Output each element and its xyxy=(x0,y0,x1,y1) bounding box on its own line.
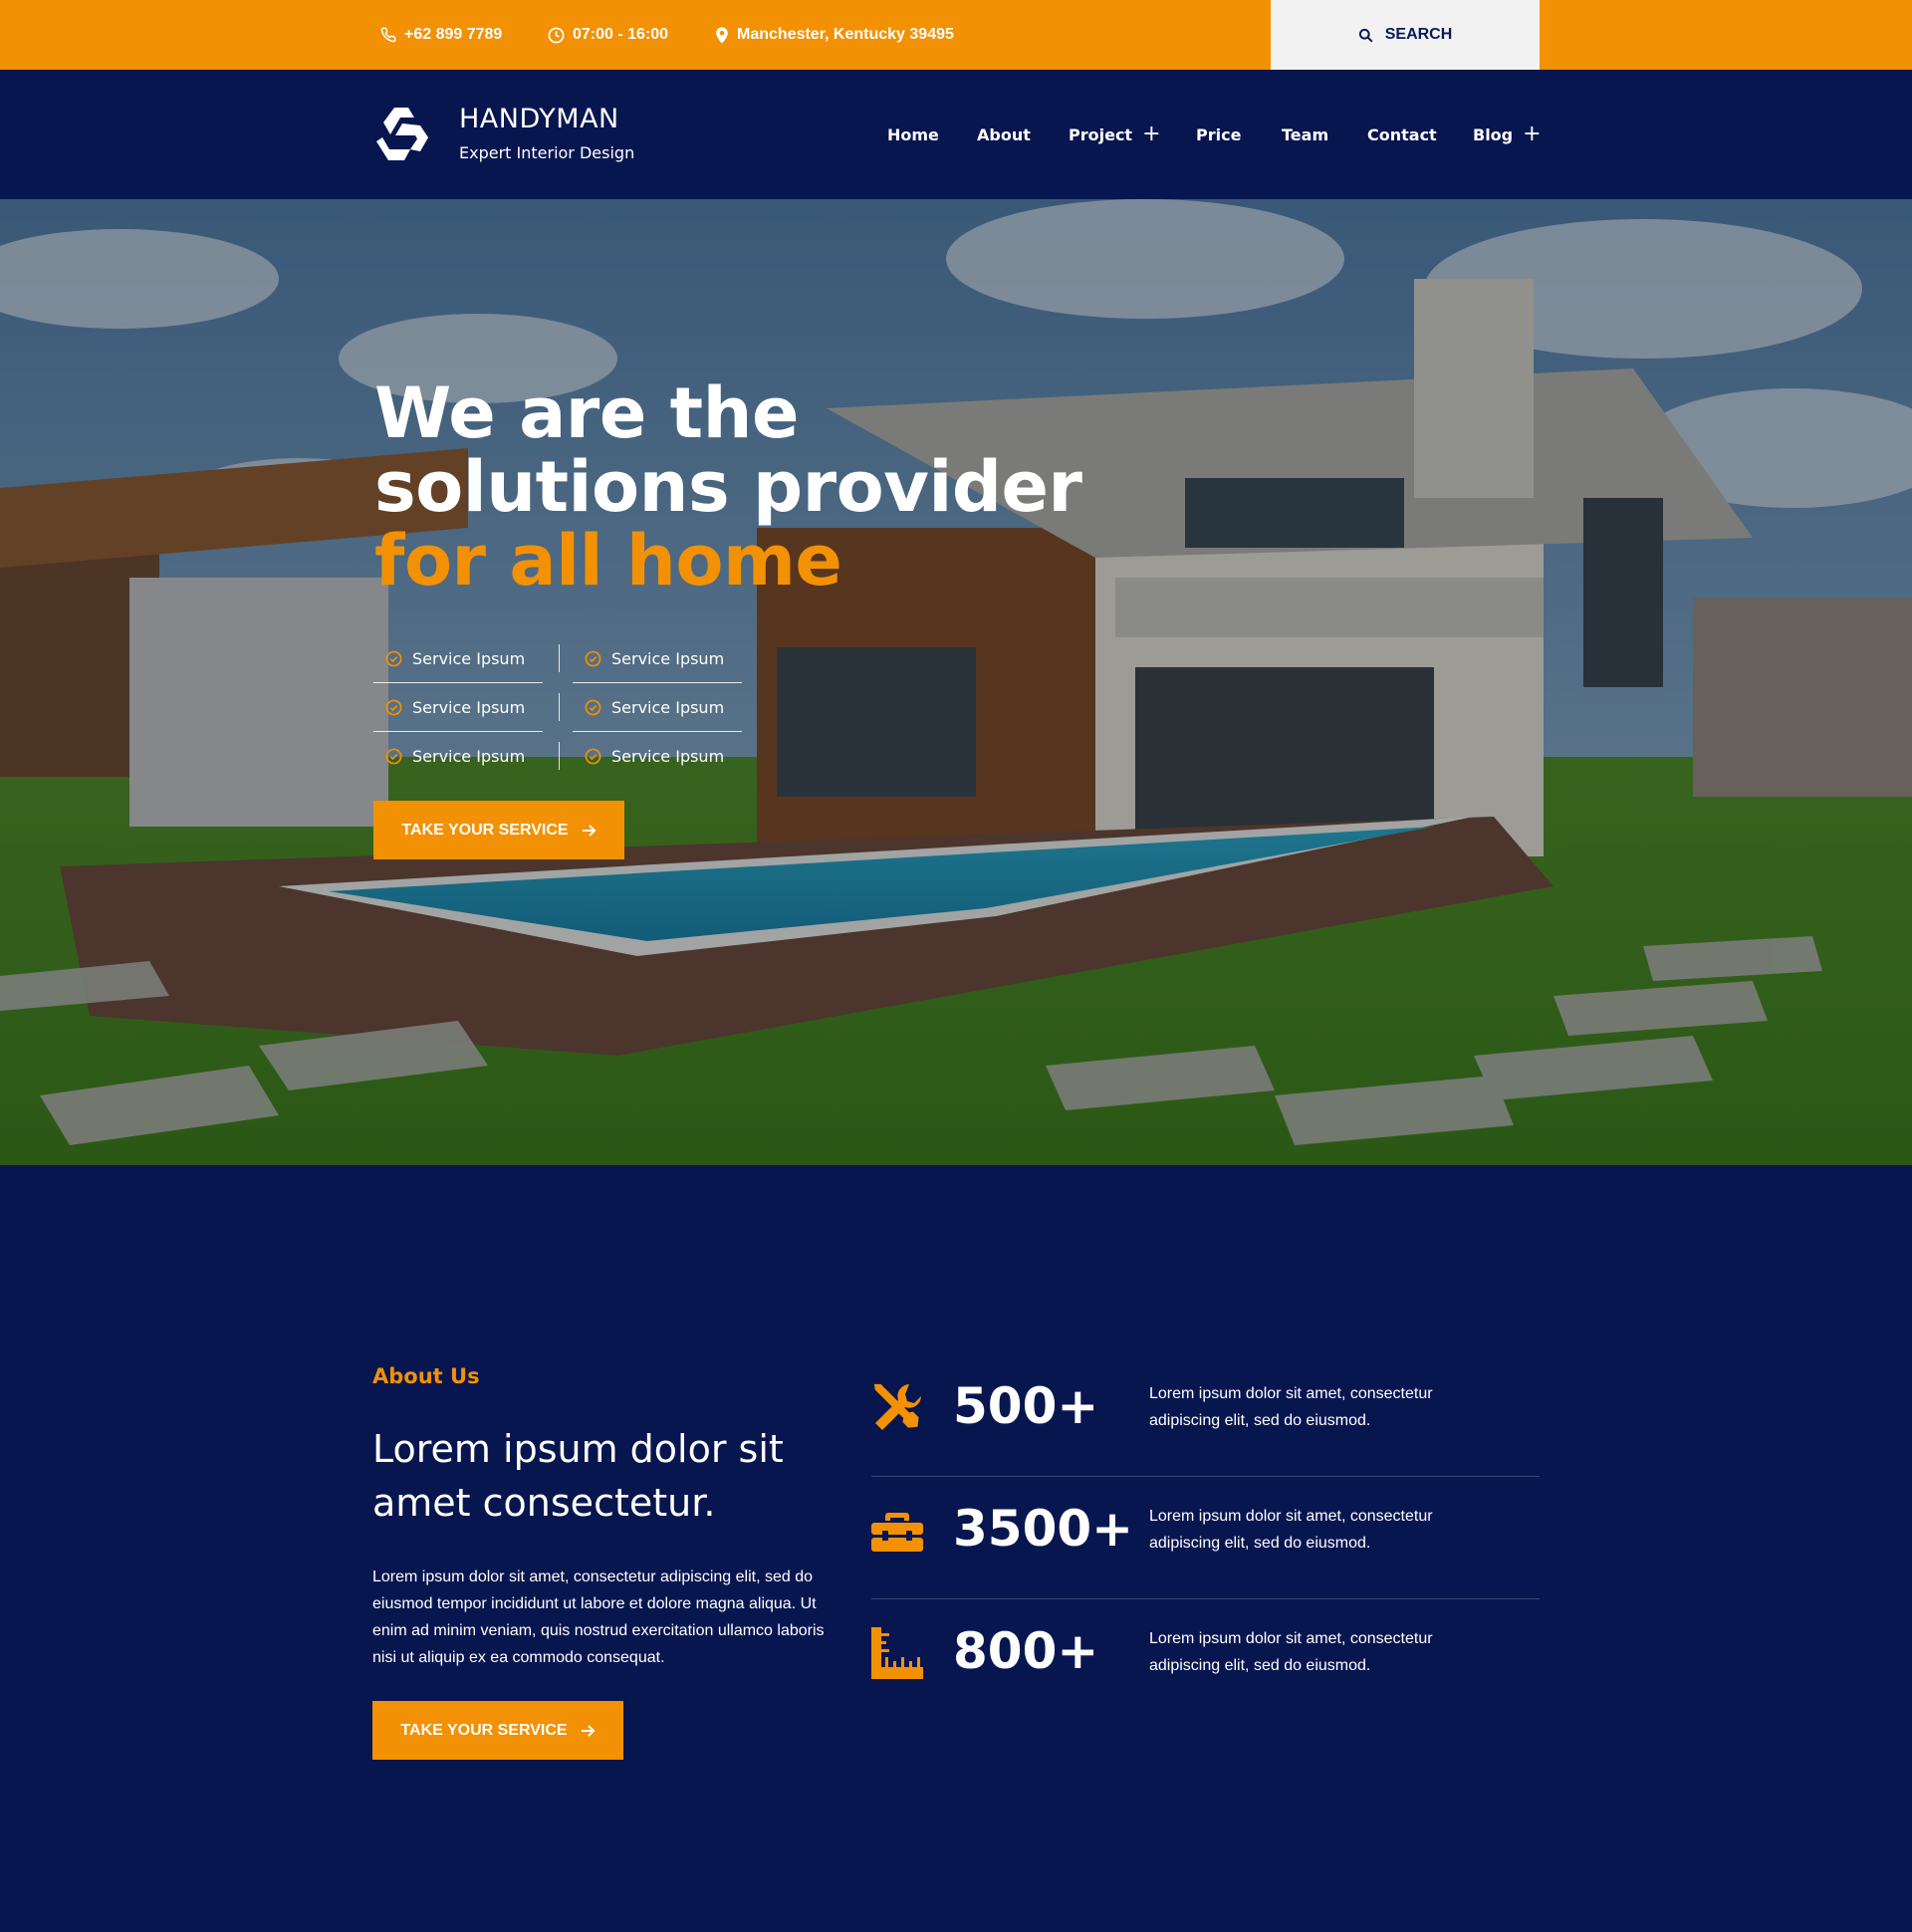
nav-item-blog[interactable]: Blog + xyxy=(1473,70,1542,199)
phone-number: +62 899 7789 xyxy=(404,26,503,43)
hero-title-line1: We are the xyxy=(374,372,799,454)
hero-title-line2: solutions provider xyxy=(374,446,1082,528)
nav-item-about[interactable]: About xyxy=(977,70,1031,199)
check-circle-icon xyxy=(385,748,402,765)
about-section: About Us Lorem ipsum dolor sit amet cons… xyxy=(0,1165,1912,1932)
service-item: Service Ipsum xyxy=(373,634,560,683)
tools-icon xyxy=(873,1383,921,1430)
check-circle-icon xyxy=(385,699,402,715)
main-header: HANDYMAN Expert Interior Design Home Abo… xyxy=(0,70,1912,199)
nav-item-contact[interactable]: Contact xyxy=(1367,70,1437,199)
location-pin-icon xyxy=(716,26,728,44)
search-button[interactable]: SEARCH xyxy=(1271,0,1540,70)
check-circle-icon xyxy=(385,650,402,666)
search-icon xyxy=(1358,28,1373,42)
service-item: Service Ipsum xyxy=(573,683,742,732)
nav-label: Project xyxy=(1069,124,1133,144)
service-item: Service Ipsum xyxy=(373,732,560,781)
stat-item: 500+ Lorem ipsum dolor sit amet, consect… xyxy=(871,1354,1540,1477)
service-row: Service Ipsum Service Ipsum xyxy=(373,683,742,732)
arrow-right-icon xyxy=(581,1724,595,1737)
address-text: Manchester, Kentucky 39495 xyxy=(737,26,954,43)
ruler-icon xyxy=(871,1627,923,1679)
about-take-service-button[interactable]: TAKE YOUR SERVICE xyxy=(372,1701,623,1760)
service-item: Service Ipsum xyxy=(573,634,742,683)
cta-label: TAKE YOUR SERVICE xyxy=(401,821,569,839)
about-text: Lorem ipsum dolor sit amet, consectetur … xyxy=(372,1569,825,1666)
service-row: Service Ipsum Service Ipsum xyxy=(373,634,742,683)
cta-label: TAKE YOUR SERVICE xyxy=(400,1721,568,1739)
stat-description: Lorem ipsum dolor sit amet, consectetur … xyxy=(1149,1508,1433,1552)
stat-value: 800+ xyxy=(953,1622,1099,1680)
toolbox-icon xyxy=(871,1513,923,1552)
hero-take-service-button[interactable]: TAKE YOUR SERVICE xyxy=(373,801,624,859)
nav-item-project[interactable]: Project + xyxy=(1069,70,1161,199)
hero-title-accent: for all home xyxy=(374,520,842,602)
nav-label: Blog xyxy=(1473,124,1514,144)
address-info: Manchester, Kentucky 39495 xyxy=(715,0,954,70)
stat-value: 3500+ xyxy=(953,1500,1134,1558)
stat-description: Lorem ipsum dolor sit amet, consectetur … xyxy=(1149,1630,1433,1674)
check-circle-icon xyxy=(585,748,601,765)
search-label: SEARCH xyxy=(1384,26,1453,43)
opening-hours: 07:00 - 16:00 xyxy=(573,26,669,43)
service-label: Service Ipsum xyxy=(611,648,725,668)
phone-icon xyxy=(380,27,396,43)
arrow-right-icon xyxy=(582,824,596,837)
phone-info[interactable]: +62 899 7789 xyxy=(380,0,502,70)
service-row: Service Ipsum Service Ipsum xyxy=(373,732,742,781)
hero-house-image xyxy=(0,199,1912,1165)
plus-icon: + xyxy=(1142,121,1161,146)
top-bar: +62 899 7789 07:00 - 16:00 Manchester, K… xyxy=(0,0,1912,70)
service-label: Service Ipsum xyxy=(611,697,725,717)
nav-item-team[interactable]: Team xyxy=(1282,70,1328,199)
stat-item: 800+ Lorem ipsum dolor sit amet, consect… xyxy=(871,1599,1540,1722)
service-list: Service Ipsum Service Ipsum Service Ipsu… xyxy=(373,634,742,781)
about-title: Lorem ipsum dolor sit amet consectetur. xyxy=(372,1427,784,1525)
stat-description: Lorem ipsum dolor sit amet, consectetur … xyxy=(1149,1385,1433,1429)
service-label: Service Ipsum xyxy=(611,747,725,766)
service-item: Service Ipsum xyxy=(373,683,560,732)
hours-info: 07:00 - 16:00 xyxy=(548,0,668,70)
main-nav: Home About Project + Price Team Contact B… xyxy=(0,70,1912,199)
check-circle-icon xyxy=(585,650,601,666)
hero-title: We are the solutions provider for all ho… xyxy=(374,372,1082,602)
service-label: Service Ipsum xyxy=(412,697,526,717)
nav-label: Contact xyxy=(1367,124,1437,144)
plus-icon: + xyxy=(1523,121,1542,146)
nav-label: Price xyxy=(1196,124,1242,144)
service-label: Service Ipsum xyxy=(412,648,526,668)
check-circle-icon xyxy=(585,699,601,715)
stat-item: 3500+ Lorem ipsum dolor sit amet, consec… xyxy=(871,1477,1540,1599)
hero-section: We are the solutions provider for all ho… xyxy=(0,199,1912,1165)
nav-item-home[interactable]: Home xyxy=(887,70,939,199)
stat-value: 500+ xyxy=(953,1377,1099,1435)
nav-item-price[interactable]: Price xyxy=(1196,70,1241,199)
nav-label: Team xyxy=(1282,124,1329,144)
nav-label: Home xyxy=(887,124,939,144)
service-label: Service Ipsum xyxy=(412,747,526,766)
nav-label: About xyxy=(977,124,1031,144)
about-kicker: About Us xyxy=(372,1364,480,1388)
service-item: Service Ipsum xyxy=(573,732,742,781)
clock-icon xyxy=(548,27,565,43)
